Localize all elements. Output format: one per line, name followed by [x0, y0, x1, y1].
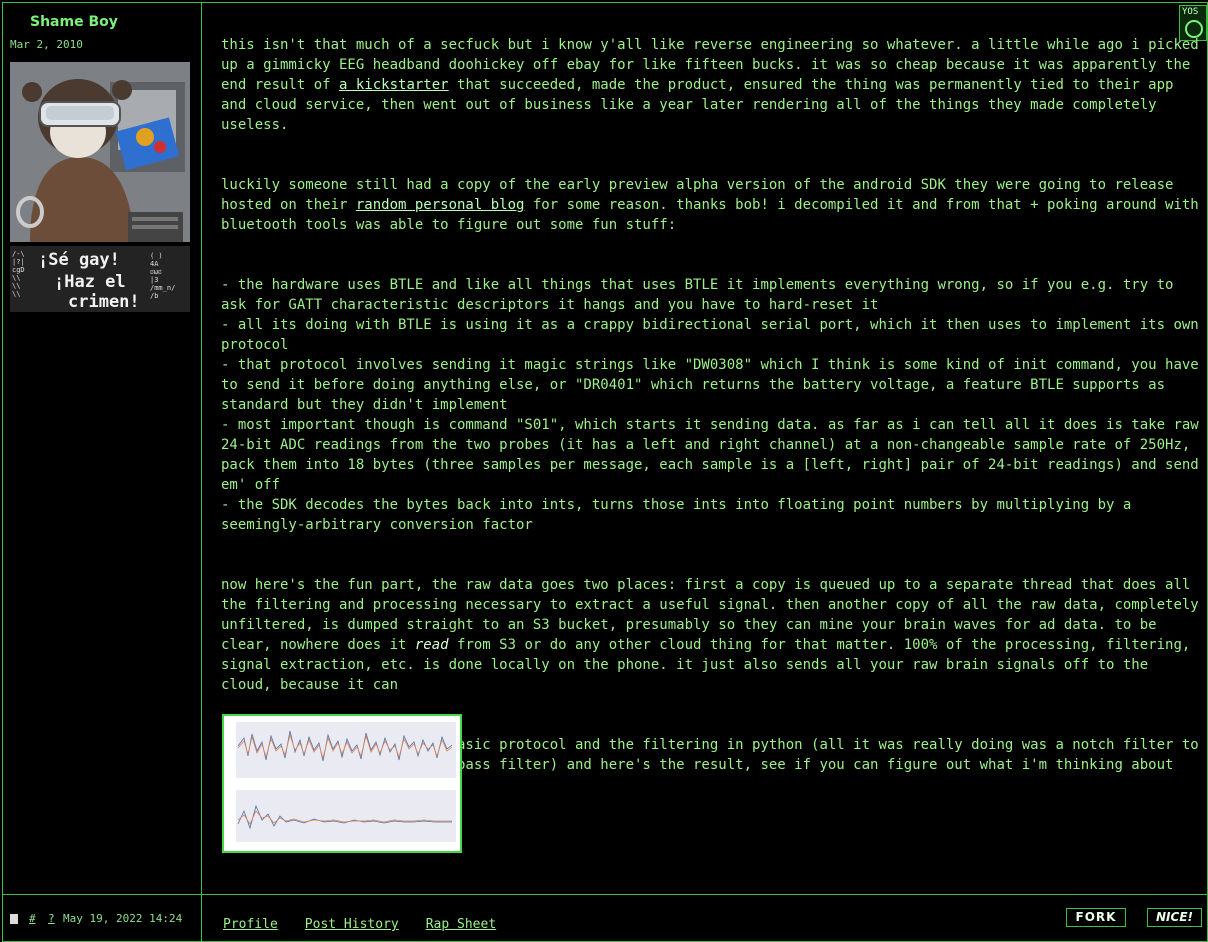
avatar-illustration: [10, 62, 190, 242]
profile-link[interactable]: Profile: [223, 917, 278, 932]
avatar: [10, 62, 190, 242]
bullet-3: - that protocol involves sending it magi…: [221, 357, 1208, 413]
banner-line-3: crimen!: [68, 292, 140, 312]
personal-blog-link[interactable]: random personal blog: [356, 197, 525, 213]
post-paragraph-1: this isn't that much of a secfuck but i …: [221, 35, 1199, 135]
post-history-link[interactable]: Post History: [305, 917, 399, 932]
read-emphasis: read: [414, 637, 449, 653]
bullet-2: - all its doing with BTLE is using it as…: [221, 317, 1208, 353]
rap-sheet-link[interactable]: Rap Sheet: [426, 917, 496, 932]
bullet-5: - the SDK decodes the bytes back into in…: [221, 497, 1140, 533]
document-icon[interactable]: [10, 914, 18, 924]
footer-links: Profile Post History Rap Sheet: [223, 917, 523, 932]
post-timestamp: May 19, 2022 14:24: [63, 912, 183, 925]
bullet-1: - the hardware uses BTLE and like all th…: [221, 277, 1182, 313]
bullet-4: - most important though is command "S01"…: [221, 417, 1208, 493]
post-bullet-list: - the hardware uses BTLE and like all th…: [221, 275, 1199, 535]
banner-ascii-right: ( ) 4A ಠωಠ |3/mm_n/ /b: [150, 252, 176, 300]
banner-line-2: ¡Haz el: [54, 272, 126, 292]
question-link[interactable]: ?: [48, 912, 55, 925]
banner-ascii-left: /-\ |?| cgD \\ \\ \\: [12, 250, 25, 298]
nice-button[interactable]: NICE!: [1147, 908, 1202, 927]
kickstarter-link[interactable]: a kickstarter: [339, 77, 449, 93]
post-paragraph-3: now here's the fun part, the raw data go…: [221, 575, 1199, 695]
post-meta: # ? May 19, 2022 14:24: [3, 895, 202, 942]
banner-line-1: ¡Sé gay!: [38, 250, 120, 270]
permalink-link[interactable]: #: [29, 912, 36, 925]
post-paragraph-2: luckily someone still had a copy of the …: [221, 175, 1199, 235]
author-join-date: Mar 2, 2010: [10, 38, 83, 51]
author-username[interactable]: Shame Boy: [30, 14, 118, 30]
author-sidebar: Shame Boy Mar 2, 2010 /-\ |?| cgD \\ \\ …: [3, 3, 202, 894]
eeg-plot-graphic: [236, 722, 456, 842]
banner-image: /-\ |?| cgD \\ \\ \\ ( ) 4A ಠωಠ |3/mm_n/ /b ¡S…: [10, 246, 190, 312]
post-footer: # ? May 19, 2022 14:24 Profile Post Histo…: [3, 894, 1207, 942]
forum-post: Shame Boy Mar 2, 2010 /-\ |?| cgD \\ \\ …: [2, 2, 1208, 942]
fork-button[interactable]: FORK: [1066, 908, 1126, 927]
eeg-plot-image[interactable]: [222, 714, 462, 853]
